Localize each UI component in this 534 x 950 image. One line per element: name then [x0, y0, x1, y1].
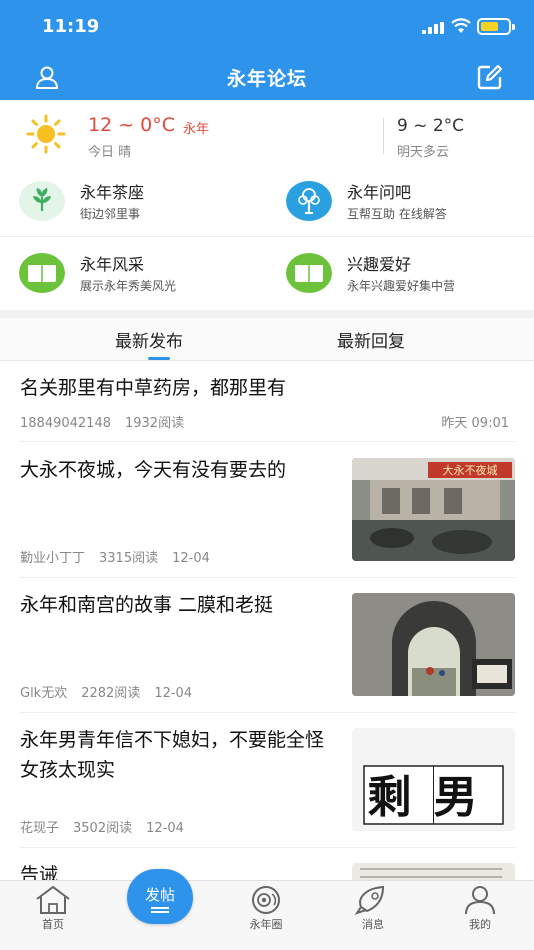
tab-circle[interactable]: 永年圈 [226, 883, 306, 933]
post-image-text: 大永不夜城 [443, 463, 498, 477]
category-hobbies[interactable]: 兴趣爱好 永年兴趣爱好集中营 [267, 240, 534, 310]
status-bar: 11:19 [0, 0, 534, 54]
post-thumbnail[interactable]: 剩男 [352, 728, 515, 831]
message-icon [354, 885, 385, 915]
category-desc: 互帮互助 在线解答 [347, 207, 447, 221]
post-feed[interactable]: 名关那里有中草药房，都那里有 18849042148 1932阅读 昨天 09:0… [0, 361, 534, 880]
post-meta: Glk无欢 2282阅读 12-04 [20, 682, 206, 701]
post-item[interactable]: 告诫 [20, 848, 515, 880]
category-name: 永年茶座 [80, 183, 145, 202]
post-title: 永年男青年信不下媳妇，不要能全怪女孩太现实 [20, 729, 325, 781]
post-time: 12-04 [154, 686, 193, 701]
menu-line-icon [151, 911, 169, 913]
post-title: 大永不夜城，今天有没有要去的 [20, 459, 287, 481]
book-icon [286, 253, 332, 293]
post-author: Glk无欢 [20, 686, 68, 701]
edit-icon[interactable] [476, 63, 504, 91]
post-reads: 3315阅读 [99, 551, 159, 566]
post-image-text: 剩男 [368, 772, 500, 823]
tab-latest-replies[interactable]: 最新回复 [337, 327, 405, 352]
tree-icon [286, 181, 332, 221]
post-thumbnail[interactable] [352, 593, 515, 696]
category-desc: 街边邻里事 [80, 207, 141, 221]
circle-icon [252, 886, 280, 914]
category-name: 永年问吧 [347, 183, 412, 202]
weather-city: 永年 [183, 122, 210, 137]
category-tea-house[interactable]: 永年茶座 街边邻里事 [0, 168, 267, 238]
sun-icon [26, 114, 66, 154]
section-gap [0, 310, 534, 318]
tab-label: 永年圈 [249, 918, 283, 931]
bottom-tab-bar: 首页 永年圈 消息 我的 [0, 880, 534, 950]
tab-indicator [148, 357, 170, 360]
profile-icon [465, 886, 495, 915]
tab-label: 消息 [362, 918, 384, 931]
signal-icon [422, 22, 444, 34]
category-name: 永年风采 [80, 255, 145, 274]
post-title: 永年和南宫的故事 二膜和老挺 [20, 594, 274, 616]
category-desc: 永年兴趣爱好集中营 [347, 279, 456, 293]
post-time: 12-04 [172, 551, 210, 566]
status-time: 11:19 [42, 16, 100, 37]
post-reads: 1932阅读 [124, 416, 185, 431]
category-scenery[interactable]: 永年风采 展示永年秀美风光 [0, 240, 267, 310]
home-icon [36, 885, 70, 914]
wifi-icon [451, 18, 471, 33]
tomorrow-temperature: 9 ~ 2°C [397, 116, 465, 136]
battery-icon [477, 18, 515, 35]
tab-profile[interactable]: 我的 [440, 883, 520, 933]
tab-home[interactable]: 首页 [13, 883, 93, 933]
post-reads: 2282阅读 [81, 686, 141, 701]
post-time: 12-04 [146, 821, 184, 836]
weather-divider [383, 118, 384, 154]
post-reads: 3502阅读 [73, 821, 133, 836]
tomorrow-weather-desc: 明天多云 [397, 145, 450, 160]
category-desc: 展示永年秀美风光 [80, 279, 177, 293]
nav-bar: 永年论坛 [0, 54, 534, 100]
page-title: 永年论坛 [226, 68, 307, 90]
post-time: 昨天 09:01 [441, 416, 509, 431]
tab-label: 我的 [469, 918, 491, 931]
tab-messages[interactable]: 消息 [333, 883, 413, 933]
category-grid: 永年茶座 街边邻里事 永年问吧 互帮互助 在线解答 永年风采 展示永年秀美风光 [0, 168, 534, 310]
post-title: 名关那里有中草药房，都那里有 [20, 377, 287, 399]
leaf-icon [19, 181, 65, 221]
menu-line-icon [151, 907, 169, 909]
post-meta: 18849042148 1932阅读 [20, 412, 198, 431]
tab-latest-posts[interactable]: 最新发布 [115, 327, 183, 352]
today-temperature: 12 ~ 0°C [88, 114, 176, 136]
post-item[interactable]: 永年和南宫的故事 二膜和老挺 Glk无欢 2282阅读 12-04 [20, 578, 515, 713]
new-post-label: 发帖 [144, 886, 175, 904]
category-divider [0, 236, 534, 237]
book-icon [19, 253, 65, 293]
today-weather-desc: 今日 晴 [88, 145, 132, 160]
post-thumbnail[interactable]: 大永不夜城 [352, 458, 515, 561]
post-thumbnail[interactable] [352, 863, 515, 880]
post-author: 勤业小丁丁 [20, 551, 86, 566]
post-author: 花现子 [20, 821, 60, 836]
post-author: 18849042148 [20, 416, 111, 431]
feed-tabs: 最新发布 最新回复 [0, 318, 534, 361]
post-meta: 勤业小丁丁 3315阅读 12-04 [20, 547, 224, 566]
tab-label: 首页 [42, 918, 64, 931]
new-post-button[interactable]: 发帖 [127, 869, 193, 924]
post-item[interactable]: 大永不夜城，今天有没有要去的 勤业小丁丁 3315阅读 12-04 大永不夜城 [20, 443, 515, 578]
category-name: 兴趣爱好 [347, 255, 412, 274]
post-meta: 花现子 3502阅读 12-04 [20, 817, 198, 836]
post-item[interactable]: 名关那里有中草药房，都那里有 18849042148 1932阅读 昨天 09:0… [20, 361, 515, 442]
post-item[interactable]: 永年男青年信不下媳妇，不要能全怪女孩太现实 花现子 3502阅读 12-04 剩男 [20, 713, 515, 848]
category-qa[interactable]: 永年问吧 互帮互助 在线解答 [267, 168, 534, 238]
weather-panel[interactable]: 12 ~ 0°C 永年 今日 晴 9 ~ 2°C 明天多云 [0, 100, 534, 168]
